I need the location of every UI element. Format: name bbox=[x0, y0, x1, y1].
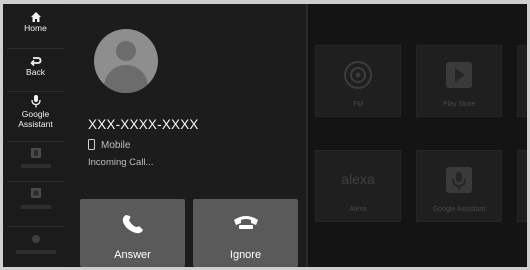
phone-icon bbox=[30, 148, 41, 158]
nav-google-assistant[interactable]: Google Assistant bbox=[3, 94, 68, 129]
nav-divider bbox=[7, 91, 64, 92]
nav-divider bbox=[7, 181, 64, 182]
phone-type-label: Mobile bbox=[101, 140, 131, 151]
screen-icon bbox=[30, 188, 41, 198]
caller-number: XXX-XXXX-XXXX bbox=[88, 117, 199, 132]
nav-google-assistant-label: Google Assistant bbox=[18, 109, 53, 129]
app-tile-alexa[interactable]: alexa Alexa bbox=[315, 150, 401, 222]
ignore-label: Ignore bbox=[229, 249, 262, 261]
nav-dimmed-item bbox=[3, 147, 68, 168]
answer-button[interactable]: Answer bbox=[80, 199, 185, 267]
settings-icon bbox=[31, 235, 40, 243]
app-tile-fm[interactable]: FM bbox=[315, 45, 401, 117]
panel-divider bbox=[306, 4, 308, 267]
app-label-play-store: Play Store bbox=[442, 101, 476, 108]
nav-divider bbox=[7, 48, 64, 49]
app-label-google-assistant: Google Assistant bbox=[432, 206, 486, 213]
home-icon bbox=[30, 12, 41, 22]
nav-home-label: Home bbox=[24, 23, 47, 33]
nav-dimmed-item bbox=[3, 187, 68, 209]
alexa-logo: alexa bbox=[341, 171, 375, 187]
back-icon bbox=[29, 57, 41, 67]
app-tile-partial bbox=[517, 45, 530, 117]
nav-dimmed-item bbox=[3, 234, 68, 254]
nav-back-label: Back bbox=[26, 67, 45, 77]
mobile-phone-icon bbox=[88, 139, 95, 150]
hang-up-icon bbox=[233, 216, 258, 229]
call-status: Incoming Call... bbox=[88, 157, 154, 168]
app-label-fm: FM bbox=[352, 101, 364, 108]
nav-divider bbox=[7, 226, 64, 227]
answer-phone-icon bbox=[122, 215, 143, 234]
app-tile-play-store[interactable]: Play Store bbox=[416, 45, 502, 117]
microphone-icon bbox=[30, 95, 41, 108]
incoming-call-panel: XXX-XXXX-XXXX Mobile Incoming Call... An… bbox=[68, 4, 306, 267]
answer-label: Answer bbox=[114, 249, 151, 261]
play-store-icon bbox=[446, 62, 472, 88]
app-tile-google-assistant[interactable]: Google Assistant bbox=[416, 150, 502, 222]
nav-back[interactable]: Back bbox=[3, 55, 68, 77]
app-tile-partial bbox=[517, 150, 530, 222]
phone-type: Mobile bbox=[88, 139, 130, 151]
nav-divider bbox=[7, 141, 64, 142]
radio-icon bbox=[344, 61, 372, 89]
caller-avatar bbox=[94, 29, 158, 93]
nav-home[interactable]: Home bbox=[3, 11, 68, 33]
app-label-alexa: Alexa bbox=[349, 206, 367, 213]
ignore-button[interactable]: Ignore bbox=[193, 199, 298, 267]
side-nav: Home Back Google Assistant bbox=[3, 4, 68, 267]
microphone-icon bbox=[446, 167, 472, 193]
